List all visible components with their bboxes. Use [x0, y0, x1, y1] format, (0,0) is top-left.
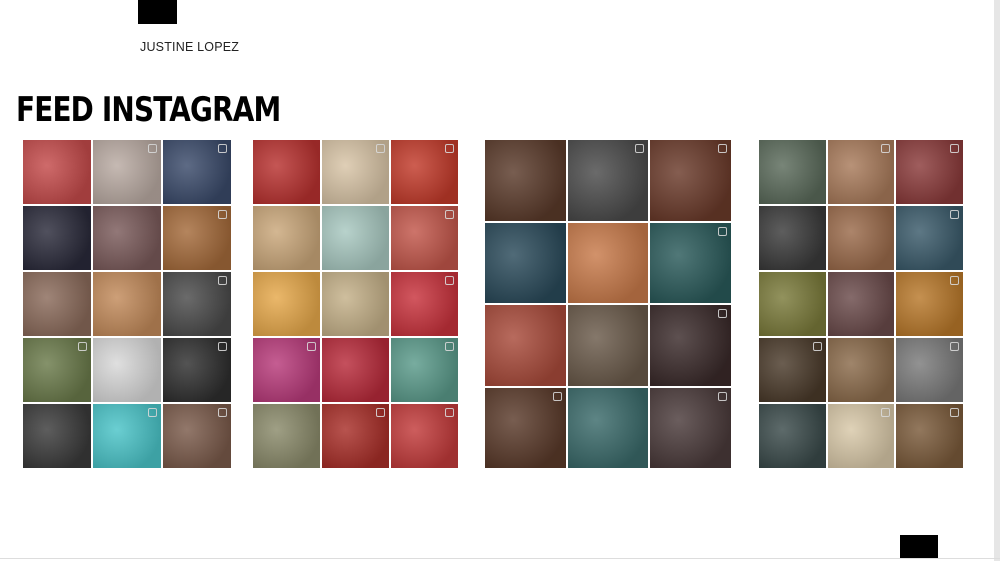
- feed-post-thumbnail[interactable]: [322, 206, 389, 270]
- feed-post-thumbnail[interactable]: [93, 140, 161, 204]
- feed-post-thumbnail[interactable]: [163, 140, 231, 204]
- feed-post-thumbnail[interactable]: [253, 338, 320, 402]
- feed-post-thumbnail[interactable]: [163, 272, 231, 336]
- feed-post-thumbnail[interactable]: [163, 404, 231, 468]
- corner-block: [900, 535, 938, 558]
- page-title: FEED INSTAGRAM: [16, 90, 281, 130]
- author-name: JUSTINE LOPEZ: [140, 40, 240, 54]
- instagram-feed-grid-4[interactable]: [759, 140, 963, 468]
- feed-post-thumbnail[interactable]: [650, 140, 731, 221]
- multi-post-icon: [445, 408, 454, 417]
- multi-post-icon: [218, 276, 227, 285]
- feed-post-thumbnail[interactable]: [485, 305, 566, 386]
- multi-post-icon: [717, 144, 727, 153]
- feed-post-thumbnail[interactable]: [650, 222, 731, 303]
- multi-post-icon: [148, 408, 157, 417]
- feed-post-thumbnail[interactable]: [23, 272, 91, 336]
- feed-post-thumbnail[interactable]: [23, 140, 91, 204]
- feed-post-thumbnail[interactable]: [253, 140, 320, 204]
- multi-post-icon: [949, 276, 959, 285]
- feed-post-thumbnail[interactable]: [827, 140, 895, 204]
- multi-post-icon: [445, 144, 454, 153]
- multi-post-icon: [949, 342, 959, 351]
- multi-post-icon: [307, 342, 316, 351]
- multi-post-icon: [445, 342, 454, 351]
- multi-post-icon: [445, 210, 454, 219]
- feed-post-thumbnail[interactable]: [650, 305, 731, 386]
- feed-post-thumbnail[interactable]: [253, 272, 320, 336]
- feed-post-thumbnail[interactable]: [391, 206, 458, 270]
- feed-post-thumbnail[interactable]: [93, 272, 161, 336]
- feed-post-thumbnail[interactable]: [93, 206, 161, 270]
- instagram-feed-grid-1[interactable]: [23, 140, 231, 468]
- multi-post-icon: [376, 144, 385, 153]
- feed-post-thumbnail[interactable]: [391, 404, 458, 468]
- multi-post-icon: [445, 276, 454, 285]
- feed-post-thumbnail[interactable]: [759, 338, 826, 402]
- instagram-feed-grid-3[interactable]: [485, 140, 731, 468]
- feed-post-thumbnail[interactable]: [322, 140, 389, 204]
- feed-post-thumbnail[interactable]: [759, 272, 826, 336]
- feed-post-thumbnail[interactable]: [322, 272, 389, 336]
- feed-post-thumbnail[interactable]: [827, 272, 895, 336]
- multi-post-icon: [148, 144, 157, 153]
- feed-post-thumbnail[interactable]: [827, 338, 895, 402]
- multi-post-icon: [949, 210, 959, 219]
- feed-post-thumbnail[interactable]: [896, 206, 963, 270]
- feed-post-thumbnail[interactable]: [93, 404, 161, 468]
- feed-post-thumbnail[interactable]: [567, 305, 649, 386]
- multi-post-icon: [717, 226, 727, 236]
- divider: [0, 558, 1000, 559]
- multi-post-icon: [812, 342, 822, 351]
- feed-post-thumbnail[interactable]: [896, 140, 963, 204]
- instagram-feed-grid-2[interactable]: [253, 140, 458, 468]
- feed-post-thumbnail[interactable]: [322, 338, 389, 402]
- multi-post-icon: [717, 309, 727, 318]
- feed-post-thumbnail[interactable]: [896, 404, 963, 468]
- multi-post-icon: [218, 210, 227, 219]
- feed-post-thumbnail[interactable]: [322, 404, 389, 468]
- scrollbar[interactable]: [994, 0, 1000, 561]
- feed-post-thumbnail[interactable]: [827, 404, 895, 468]
- feed-post-thumbnail[interactable]: [391, 140, 458, 204]
- multi-post-icon: [717, 391, 727, 401]
- feed-post-thumbnail[interactable]: [567, 222, 649, 303]
- feed-post-thumbnail[interactable]: [391, 272, 458, 336]
- feed-post-thumbnail[interactable]: [23, 206, 91, 270]
- multi-post-icon: [949, 144, 959, 153]
- feed-post-thumbnail[interactable]: [485, 140, 566, 221]
- feed-post-thumbnail[interactable]: [93, 338, 161, 402]
- feed-post-thumbnail[interactable]: [253, 206, 320, 270]
- multi-post-icon: [635, 144, 645, 153]
- multi-post-icon: [218, 342, 227, 351]
- feed-post-thumbnail[interactable]: [567, 387, 649, 468]
- feed-post-thumbnail[interactable]: [896, 272, 963, 336]
- multi-post-icon: [218, 144, 227, 153]
- feed-post-thumbnail[interactable]: [485, 222, 566, 303]
- feed-post-thumbnail[interactable]: [23, 338, 91, 402]
- feed-post-thumbnail[interactable]: [23, 404, 91, 468]
- feed-post-thumbnail[interactable]: [896, 338, 963, 402]
- multi-post-icon: [949, 408, 959, 417]
- feed-post-thumbnail[interactable]: [759, 206, 826, 270]
- feed-post-thumbnail[interactable]: [163, 206, 231, 270]
- feed-post-thumbnail[interactable]: [391, 338, 458, 402]
- multi-post-icon: [881, 144, 891, 153]
- feed-post-thumbnail[interactable]: [253, 404, 320, 468]
- feed-post-thumbnail[interactable]: [163, 338, 231, 402]
- multi-post-icon: [881, 408, 891, 417]
- multi-post-icon: [376, 408, 385, 417]
- feed-post-thumbnail[interactable]: [485, 387, 566, 468]
- logo-block: [138, 0, 177, 24]
- multi-post-icon: [218, 408, 227, 417]
- multi-post-icon: [78, 342, 87, 351]
- feed-post-thumbnail[interactable]: [650, 387, 731, 468]
- feed-post-thumbnail[interactable]: [759, 404, 826, 468]
- feed-post-thumbnail[interactable]: [567, 140, 649, 221]
- feed-post-thumbnail[interactable]: [759, 140, 826, 204]
- multi-post-icon: [552, 391, 562, 401]
- feed-post-thumbnail[interactable]: [827, 206, 895, 270]
